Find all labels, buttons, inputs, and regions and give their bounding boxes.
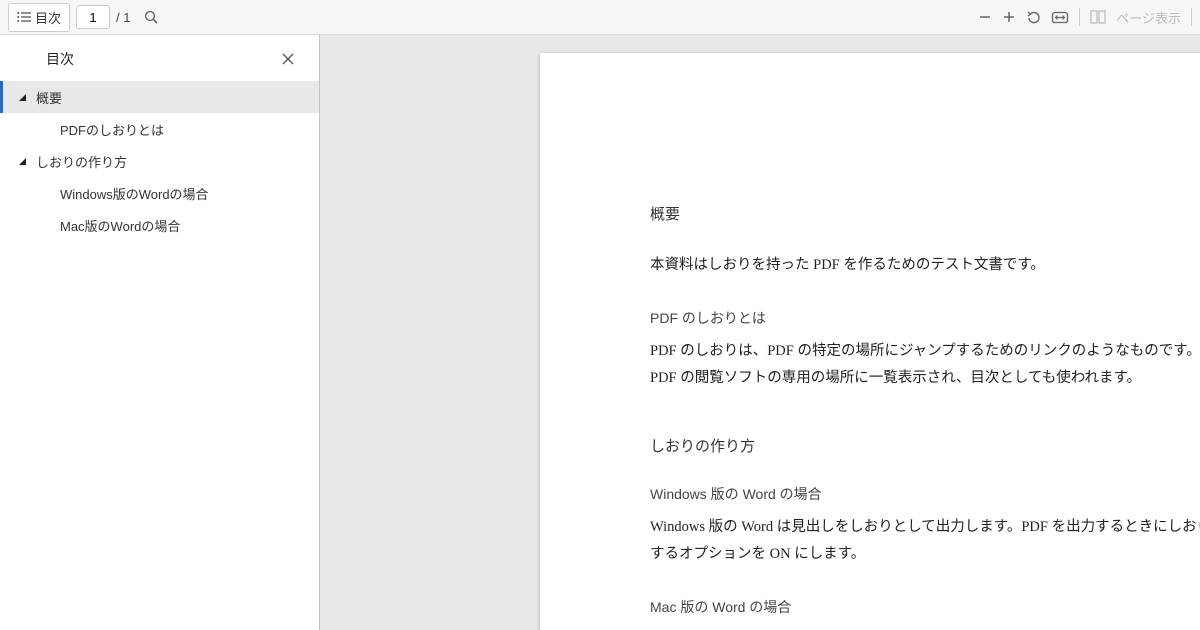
spacer bbox=[650, 421, 1200, 435]
toc-item[interactable]: PDFのしおりとは bbox=[0, 113, 319, 145]
divider bbox=[1079, 8, 1080, 26]
toc-toggle-label: 目次 bbox=[35, 8, 61, 27]
page-number-input[interactable] bbox=[76, 5, 110, 29]
toolbar: 目次 / 1 ページ表示 bbox=[0, 0, 1200, 35]
page-view-label: ページ表示 bbox=[1116, 8, 1181, 27]
chevron-down-icon bbox=[18, 157, 32, 166]
toc-item-label: Mac版のWordの場合 bbox=[56, 216, 180, 235]
sidebar-header: 目次 bbox=[0, 35, 319, 81]
zoom-out-icon[interactable] bbox=[978, 10, 992, 24]
doc-heading-1: しおりの作り方 bbox=[650, 435, 1200, 456]
doc-paragraph: PDF のしおりは、PDF の特定の場所にジャンプするためのリンクのようなもので… bbox=[650, 338, 1200, 393]
doc-heading-1: 概要 bbox=[650, 203, 1200, 224]
fit-width-icon[interactable] bbox=[1051, 11, 1069, 24]
search-icon[interactable] bbox=[144, 10, 159, 25]
toc-toggle-button[interactable]: 目次 bbox=[8, 3, 70, 32]
toolbar-right: ページ表示 bbox=[978, 8, 1192, 27]
pdf-page: 概要本資料はしおりを持った PDF を作るためのテスト文書です。 PDF のしおり… bbox=[540, 53, 1200, 630]
list-icon bbox=[17, 11, 31, 23]
toc-sidebar: 目次 概要 PDFのしおりとはしおりの作り方 Windows版のWordの場合 Mac… bbox=[0, 35, 320, 630]
doc-heading-2: Mac 版の Word の場合 bbox=[650, 597, 1200, 617]
main-area: 目次 概要 PDFのしおりとはしおりの作り方 Windows版のWordの場合 Mac… bbox=[0, 35, 1200, 630]
toc-item-label: Windows版のWordの場合 bbox=[56, 184, 209, 203]
zoom-in-icon[interactable] bbox=[1002, 10, 1016, 24]
toc-item[interactable]: しおりの作り方 bbox=[0, 145, 319, 177]
toc-item[interactable]: 概要 bbox=[0, 81, 319, 113]
toc-item-label: 概要 bbox=[32, 88, 62, 107]
close-icon[interactable] bbox=[275, 50, 301, 68]
document-viewer[interactable]: 概要本資料はしおりを持った PDF を作るためのテスト文書です。 PDF のしおり… bbox=[320, 35, 1200, 630]
page-view-icon bbox=[1090, 10, 1106, 24]
toc-item-label: しおりの作り方 bbox=[32, 152, 127, 171]
divider bbox=[1191, 8, 1192, 26]
doc-paragraph: 本資料はしおりを持った PDF を作るためのテスト文書です。 bbox=[650, 252, 1200, 280]
sidebar-title: 目次 bbox=[46, 49, 74, 69]
chevron-down-icon bbox=[18, 93, 32, 102]
doc-paragraph: Windows 版の Word は見出しをしおりとして出力します。PDF を出力… bbox=[650, 514, 1200, 569]
doc-heading-2: Windows 版の Word の場合 bbox=[650, 484, 1200, 504]
page-total-label: / 1 bbox=[116, 10, 130, 25]
toc-item[interactable]: Windows版のWordの場合 bbox=[0, 177, 319, 209]
toc-item[interactable]: Mac版のWordの場合 bbox=[0, 209, 319, 241]
doc-heading-2: PDF のしおりとは bbox=[650, 308, 1200, 328]
rotate-icon[interactable] bbox=[1026, 10, 1041, 25]
toolbar-left: 目次 / 1 bbox=[8, 3, 159, 32]
toc-item-label: PDFのしおりとは bbox=[56, 120, 164, 139]
toc-list: 概要 PDFのしおりとはしおりの作り方 Windows版のWordの場合 Mac版のW… bbox=[0, 81, 319, 241]
